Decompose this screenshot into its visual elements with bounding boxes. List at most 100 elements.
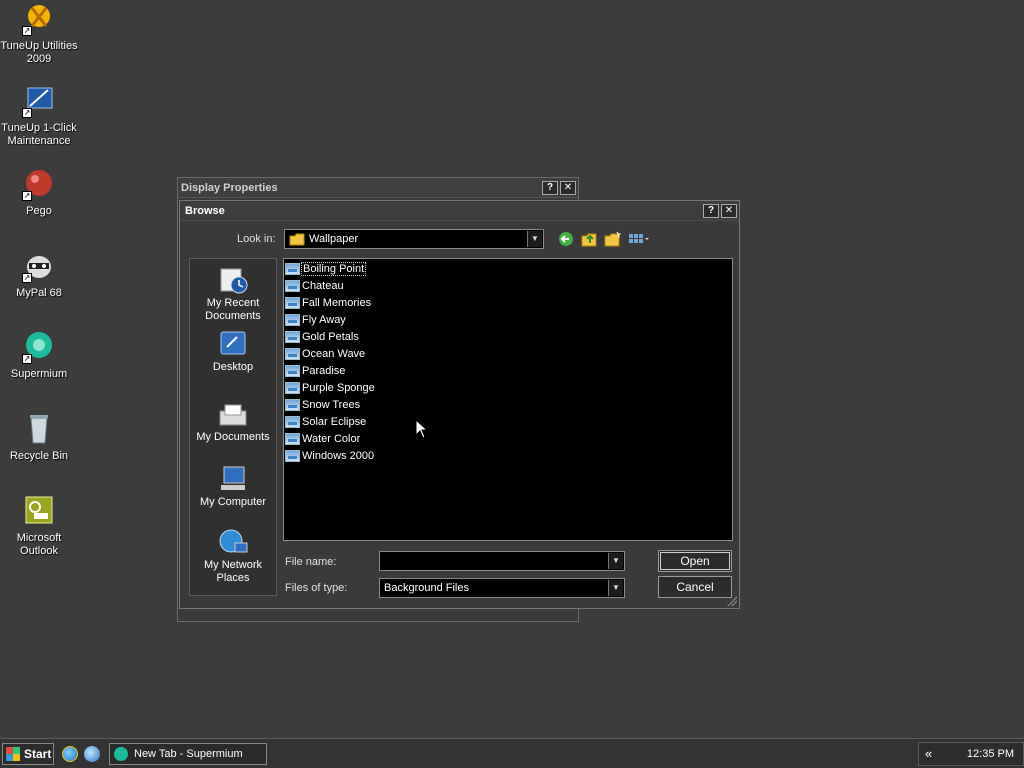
internet-explorer-icon[interactable]: [62, 746, 78, 762]
files-of-type-value: Background Files: [384, 582, 469, 594]
file-name: Boiling Point: [300, 261, 367, 276]
list-item[interactable]: Fly Away: [285, 311, 346, 328]
file-name: Paradise: [302, 364, 346, 377]
title-bar[interactable]: Browse ? ✕: [180, 201, 739, 221]
file-name: Windows 2000: [302, 449, 375, 462]
cancel-button[interactable]: Cancel: [658, 576, 732, 598]
mouse-cursor-icon: [415, 418, 429, 442]
list-item[interactable]: Ocean Wave: [285, 345, 365, 362]
files-of-type-label: Files of type:: [285, 582, 348, 594]
list-item[interactable]: Chateau: [285, 277, 344, 294]
recent-documents-icon: [217, 265, 249, 295]
desktop-icon-outlook[interactable]: Microsoft Outlook: [0, 494, 78, 558]
place-recent-documents[interactable]: My Recent Documents: [190, 265, 276, 323]
title-bar[interactable]: Display Properties ? ✕: [178, 178, 578, 198]
start-button[interactable]: Start: [2, 743, 54, 765]
file-name: Fall Memories: [302, 296, 372, 309]
chevron-down-icon[interactable]: ▼: [608, 553, 623, 569]
desktop-icon-recycle-bin[interactable]: Recycle Bin: [0, 412, 78, 463]
taskbar-button-supermium[interactable]: New Tab - Supermium: [109, 743, 267, 765]
image-file-icon: [285, 313, 300, 326]
chevron-down-icon[interactable]: ▼: [608, 580, 623, 596]
supermium-icon: ↗: [22, 330, 56, 364]
chevron-down-icon[interactable]: ▼: [527, 231, 542, 247]
look-in-label: Look in:: [237, 233, 276, 245]
place-network-places[interactable]: My Network Places: [190, 527, 276, 585]
dialog-title: Browse: [185, 204, 225, 217]
clock[interactable]: 12:35 PM: [967, 748, 1014, 760]
close-button[interactable]: ✕: [721, 203, 737, 218]
my-computer-icon: [217, 464, 249, 494]
image-file-icon: [285, 330, 300, 343]
look-in-row: Look in: Wallpaper ▼: [180, 229, 739, 251]
desktop-icon-supermium[interactable]: ↗ Supermium: [0, 330, 78, 381]
open-button[interactable]: Open: [658, 550, 732, 572]
look-in-dropdown[interactable]: Wallpaper ▼: [284, 229, 544, 249]
show-hidden-icons-button[interactable]: «: [925, 746, 932, 761]
desktop-icon-label: TuneUp Utilities 2009: [0, 40, 78, 65]
list-item[interactable]: Solar Eclipse: [285, 413, 366, 430]
list-item[interactable]: Fall Memories: [285, 294, 371, 311]
file-name-label: File name:: [285, 556, 337, 568]
image-file-icon: [285, 449, 300, 462]
file-name: Water Color: [302, 432, 361, 445]
place-label: My Network Places: [203, 559, 263, 584]
list-item[interactable]: Boiling Point: [285, 260, 367, 277]
desktop-icon-mypal[interactable]: ↗ MyPal 68: [0, 249, 78, 300]
outlook-icon: [22, 494, 56, 528]
supermium-quicklaunch-icon[interactable]: [84, 746, 100, 762]
place-label: Desktop: [212, 361, 254, 373]
file-name: Fly Away: [302, 313, 346, 326]
image-file-icon: [285, 381, 300, 394]
folder-icon: [289, 233, 305, 249]
tuneup-utilities-icon: ↗: [22, 2, 56, 36]
desktop-icon-label: Microsoft Outlook: [16, 532, 62, 557]
list-item[interactable]: Windows 2000: [285, 447, 374, 464]
help-button[interactable]: ?: [703, 203, 719, 218]
place-my-documents[interactable]: My Documents: [190, 399, 276, 444]
list-item[interactable]: Purple Sponge: [285, 379, 375, 396]
file-name: Purple Sponge: [302, 381, 375, 394]
place-my-computer[interactable]: My Computer: [190, 464, 276, 509]
desktop-icon-tuneup-1click[interactable]: ↗ TuneUp 1-Click Maintenance: [0, 84, 78, 148]
browse-dialog: Browse ? ✕ Look in: Wallpaper ▼ My Recen…: [179, 200, 740, 609]
mypal-icon: ↗: [22, 249, 56, 283]
place-desktop[interactable]: Desktop: [190, 329, 276, 374]
list-item[interactable]: Gold Petals: [285, 328, 359, 345]
desktop-icon-label: Pego: [26, 205, 52, 217]
start-label: Start: [24, 747, 52, 761]
help-button[interactable]: ?: [542, 180, 558, 195]
desktop-icon-pego[interactable]: ↗ Pego: [0, 167, 78, 218]
taskbar: Start New Tab - Supermium « 12:35 PM: [0, 738, 1024, 768]
pego-icon: ↗: [22, 167, 56, 201]
image-file-icon: [285, 296, 300, 309]
back-icon[interactable]: [558, 231, 576, 247]
new-folder-icon[interactable]: [604, 231, 622, 247]
image-file-icon: [285, 347, 300, 360]
close-button[interactable]: ✕: [560, 180, 576, 195]
image-file-icon: [285, 262, 300, 275]
file-name-field[interactable]: ▼: [379, 551, 625, 571]
up-folder-icon[interactable]: [581, 231, 599, 247]
image-file-icon: [285, 398, 300, 411]
files-of-type-dropdown[interactable]: Background Files ▼: [379, 578, 625, 598]
view-menu-icon[interactable]: [628, 231, 652, 247]
taskbar-button-label: New Tab - Supermium: [134, 748, 243, 760]
resize-grip-icon[interactable]: [727, 596, 737, 606]
list-item[interactable]: Water Color: [285, 430, 360, 447]
network-places-icon: [217, 527, 249, 557]
place-label: My Recent Documents: [205, 297, 261, 322]
file-name: Solar Eclipse: [302, 415, 367, 428]
file-name: Gold Petals: [302, 330, 359, 343]
window-title: Display Properties: [181, 181, 278, 194]
list-item[interactable]: Paradise: [285, 362, 345, 379]
recycle-bin-icon: [22, 412, 56, 446]
list-item[interactable]: Snow Trees: [285, 396, 360, 413]
image-file-icon: [285, 364, 300, 377]
file-name: Snow Trees: [302, 398, 361, 411]
windows-logo-icon: [6, 747, 20, 761]
desktop-icon-tuneup-utilities[interactable]: ↗ TuneUp Utilities 2009: [0, 2, 78, 66]
system-tray: « 12:35 PM: [918, 742, 1024, 766]
file-name: Chateau: [302, 279, 344, 292]
file-list[interactable]: Boiling Point Chateau Fall Memories Fly …: [283, 258, 733, 541]
